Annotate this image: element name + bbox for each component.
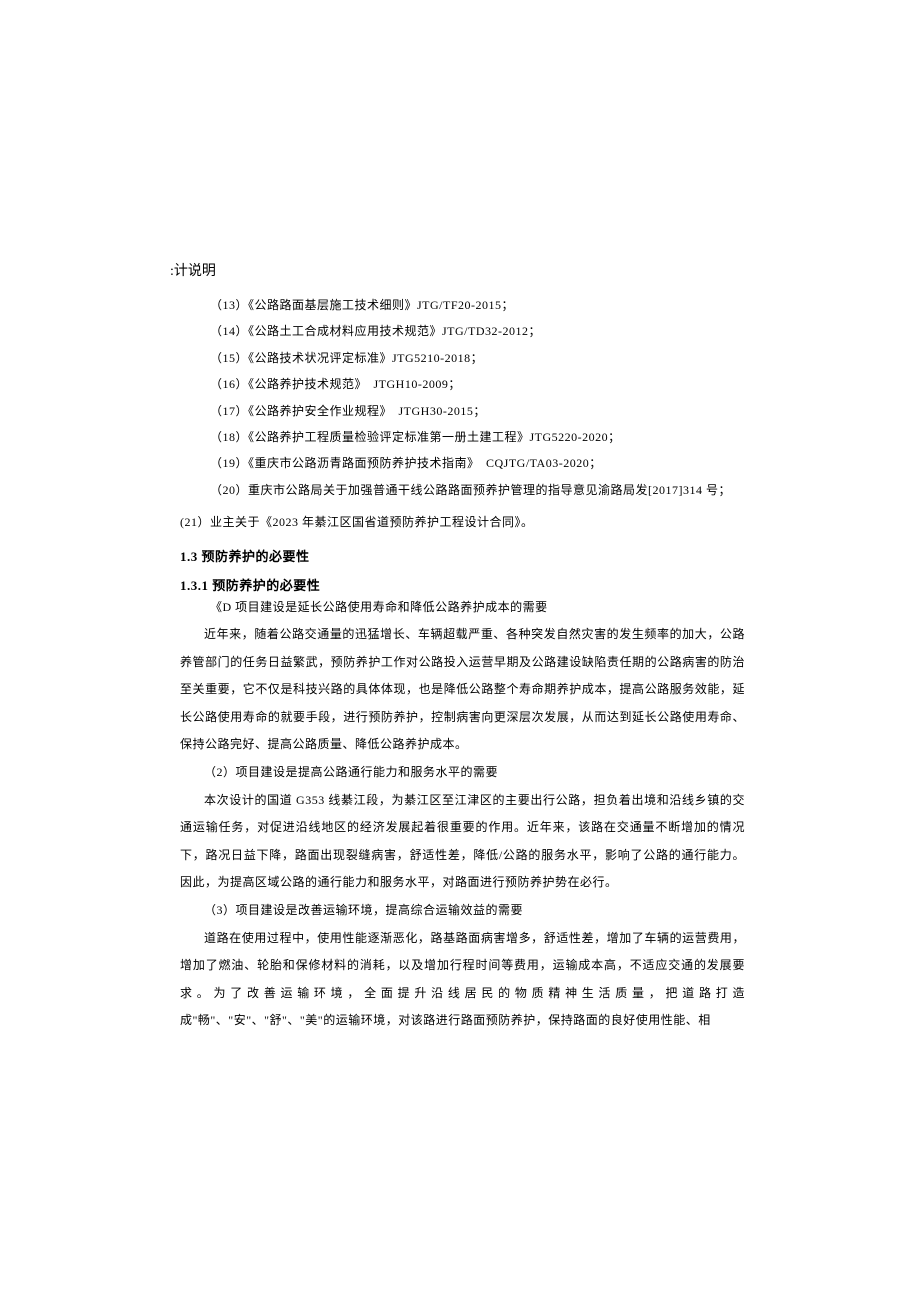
partial-header-text: :计说明 bbox=[170, 260, 750, 280]
reference-item: （17）《公路养护安全作业规程》 JTGH30-2015； bbox=[210, 398, 750, 424]
reference-item: （19）《重庆市公路沥青路面预防养护技术指南》 CQJTG/TA03-2020； bbox=[210, 450, 750, 476]
heading-1-3-1: 1.3.1 预防养护的必要性 bbox=[180, 575, 750, 594]
paragraph-2: 本次设计的国道 G353 线綦江段，为綦江区至江津区的主要出行公路，担负着出境和… bbox=[180, 787, 745, 897]
reference-item: （14）《公路土工合成材料应用技术规范》JTG/TD32-2012； bbox=[210, 318, 750, 344]
sub-point-3: （3）项目建设是改善运输环境，提高综合运输效益的需要 bbox=[180, 897, 750, 925]
reference-item-21: (21）业主关于《2023 年綦江区国省道预防养护工程设计合同》。 bbox=[180, 509, 750, 535]
paragraph-3: 道路在使用过程中，使用性能逐渐恶化，路基路面病害增多，舒适性差，增加了车辆的运营… bbox=[180, 925, 745, 1035]
paragraph-1: 近年来，随着公路交通量的迅猛增长、车辆超载严重、各种突发自然灾害的发生频率的加大… bbox=[180, 621, 745, 759]
reference-item: （15）《公路技术状况评定标准》JTG5210-2018； bbox=[210, 345, 750, 371]
heading-1-3: 1.3 预防养护的必要性 bbox=[180, 546, 750, 565]
reference-item: （16）《公路养护技术规范》 JTGH10-2009； bbox=[210, 371, 750, 397]
document-page: :计说明 （13）《公路路面基层施工技术细则》JTG/TF20-2015； （1… bbox=[0, 0, 920, 1135]
reference-item: （13）《公路路面基层施工技术细则》JTG/TF20-2015； bbox=[210, 292, 750, 318]
sub-point-d: 《D 项目建设是延长公路使用寿命和降低公路养护成本的需要 bbox=[180, 594, 750, 622]
sub-point-2: （2）项目建设是提高公路通行能力和服务水平的需要 bbox=[180, 759, 750, 787]
reference-item: （20）重庆市公路局关于加强普通干线公路路面预养护管理的指导意见渝路局发[201… bbox=[210, 477, 750, 503]
reference-item: （18）《公路养护工程质量检验评定标准第一册土建工程》JTG5220-2020； bbox=[210, 424, 750, 450]
